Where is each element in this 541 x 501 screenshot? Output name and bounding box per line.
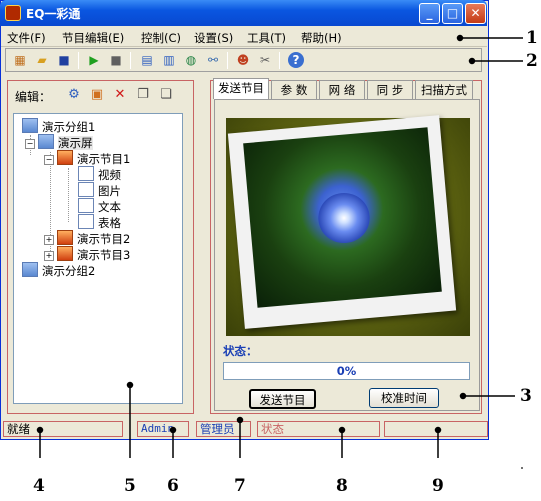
callout-1: 1 — [526, 28, 538, 48]
callout-3: 3 — [520, 386, 532, 406]
callout-2: 2 — [526, 51, 538, 71]
callout-5: 5 — [124, 476, 136, 496]
callout-6: 6 — [167, 476, 179, 496]
callout-4: 4 — [33, 476, 45, 496]
callout-9: 9 — [432, 476, 444, 496]
callout-lines — [36, 34, 523, 469]
callout-7: 7 — [234, 476, 246, 496]
callout-8: 8 — [336, 476, 348, 496]
